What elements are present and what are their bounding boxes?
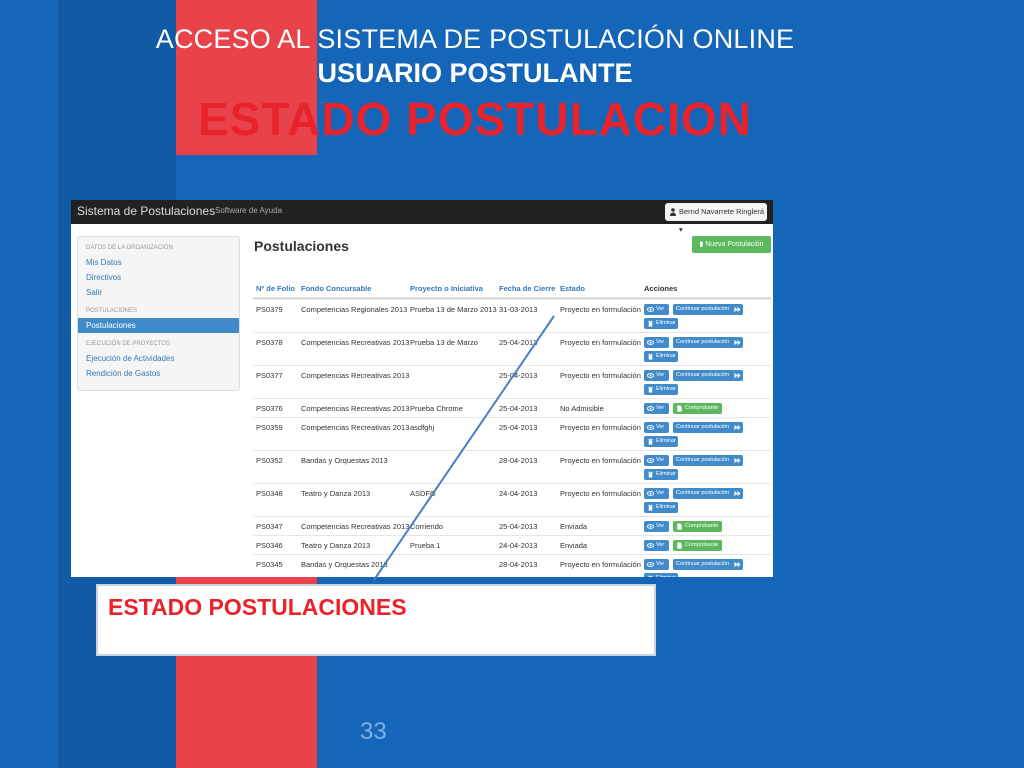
page-number: 33 bbox=[360, 718, 387, 745]
callout-text: ESTADO POSTULACIONES bbox=[108, 594, 407, 620]
callout-box: ESTADO POSTULACIONES bbox=[96, 584, 656, 656]
